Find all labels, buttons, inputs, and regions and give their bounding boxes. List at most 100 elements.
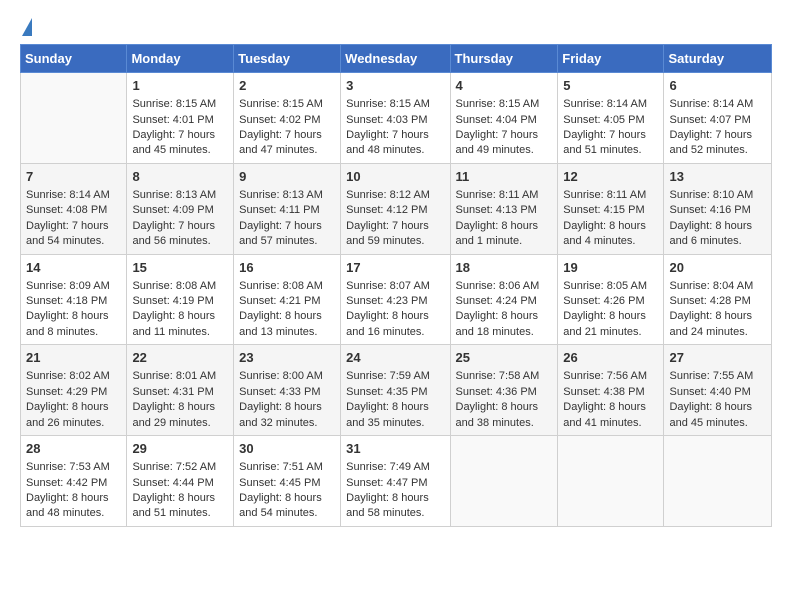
col-header-monday: Monday bbox=[127, 45, 234, 73]
calendar-cell: 15Sunrise: 8:08 AMSunset: 4:19 PMDayligh… bbox=[127, 254, 234, 345]
day-info: Sunset: 4:05 PM bbox=[563, 113, 658, 128]
col-header-sunday: Sunday bbox=[21, 45, 127, 73]
day-info: Sunset: 4:04 PM bbox=[456, 113, 553, 128]
calendar-cell: 12Sunrise: 8:11 AMSunset: 4:15 PMDayligh… bbox=[558, 163, 664, 254]
calendar-cell: 24Sunrise: 7:59 AMSunset: 4:35 PMDayligh… bbox=[341, 345, 450, 436]
day-info: Daylight: 8 hours and 58 minutes. bbox=[346, 491, 444, 522]
calendar-cell: 30Sunrise: 7:51 AMSunset: 4:45 PMDayligh… bbox=[234, 436, 341, 527]
day-info: Daylight: 8 hours and 35 minutes. bbox=[346, 400, 444, 431]
day-number: 8 bbox=[132, 168, 228, 186]
day-number: 27 bbox=[669, 349, 766, 367]
calendar-cell: 10Sunrise: 8:12 AMSunset: 4:12 PMDayligh… bbox=[341, 163, 450, 254]
day-info: Sunrise: 8:05 AM bbox=[563, 279, 658, 294]
day-info: Sunrise: 8:11 AM bbox=[563, 188, 658, 203]
day-info: Sunset: 4:40 PM bbox=[669, 385, 766, 400]
page: SundayMondayTuesdayWednesdayThursdayFrid… bbox=[0, 0, 792, 612]
day-info: Daylight: 8 hours and 21 minutes. bbox=[563, 309, 658, 340]
day-info: Sunset: 4:19 PM bbox=[132, 294, 228, 309]
day-info: Sunset: 4:47 PM bbox=[346, 476, 444, 491]
day-info: Daylight: 7 hours and 52 minutes. bbox=[669, 128, 766, 159]
calendar-cell: 1Sunrise: 8:15 AMSunset: 4:01 PMDaylight… bbox=[127, 73, 234, 164]
day-info: Sunrise: 8:06 AM bbox=[456, 279, 553, 294]
day-info: Sunset: 4:26 PM bbox=[563, 294, 658, 309]
day-number: 29 bbox=[132, 440, 228, 458]
day-info: Sunset: 4:42 PM bbox=[26, 476, 121, 491]
day-info: Sunrise: 8:15 AM bbox=[346, 97, 444, 112]
day-info: Sunrise: 8:09 AM bbox=[26, 279, 121, 294]
day-number: 23 bbox=[239, 349, 335, 367]
day-info: Sunset: 4:08 PM bbox=[26, 203, 121, 218]
day-info: Daylight: 7 hours and 57 minutes. bbox=[239, 219, 335, 250]
day-number: 16 bbox=[239, 259, 335, 277]
day-info: Sunset: 4:44 PM bbox=[132, 476, 228, 491]
day-number: 19 bbox=[563, 259, 658, 277]
day-info: Sunset: 4:02 PM bbox=[239, 113, 335, 128]
calendar-cell: 5Sunrise: 8:14 AMSunset: 4:05 PMDaylight… bbox=[558, 73, 664, 164]
day-info: Sunrise: 7:49 AM bbox=[346, 460, 444, 475]
day-info: Daylight: 8 hours and 8 minutes. bbox=[26, 309, 121, 340]
day-number: 4 bbox=[456, 77, 553, 95]
header-row: SundayMondayTuesdayWednesdayThursdayFrid… bbox=[21, 45, 772, 73]
day-number: 15 bbox=[132, 259, 228, 277]
day-info: Daylight: 8 hours and 4 minutes. bbox=[563, 219, 658, 250]
day-info: Daylight: 7 hours and 51 minutes. bbox=[563, 128, 658, 159]
day-info: Sunset: 4:16 PM bbox=[669, 203, 766, 218]
day-info: Sunset: 4:24 PM bbox=[456, 294, 553, 309]
day-info: Sunrise: 8:15 AM bbox=[239, 97, 335, 112]
day-info: Sunset: 4:01 PM bbox=[132, 113, 228, 128]
calendar-table: SundayMondayTuesdayWednesdayThursdayFrid… bbox=[20, 44, 772, 527]
day-info: Daylight: 8 hours and 51 minutes. bbox=[132, 491, 228, 522]
week-row-1: 1 Sunrise: 8:15 AM Sunset: 4:01 PM Daylight… bbox=[21, 73, 772, 164]
calendar-cell: 11Sunrise: 8:11 AMSunset: 4:13 PMDayligh… bbox=[450, 163, 558, 254]
day-info: Sunset: 4:33 PM bbox=[239, 385, 335, 400]
day-number: 31 bbox=[346, 440, 444, 458]
calendar-cell: 17Sunrise: 8:07 AMSunset: 4:23 PMDayligh… bbox=[341, 254, 450, 345]
calendar-cell: 3Sunrise: 8:15 AMSunset: 4:03 PMDaylight… bbox=[341, 73, 450, 164]
calendar-cell: 26Sunrise: 7:56 AMSunset: 4:38 PMDayligh… bbox=[558, 345, 664, 436]
day-info: Sunrise: 8:11 AM bbox=[456, 188, 553, 203]
calendar-cell bbox=[664, 436, 772, 527]
day-info: Sunrise: 8:14 AM bbox=[26, 188, 121, 203]
day-info: Daylight: 8 hours and 48 minutes. bbox=[26, 491, 121, 522]
calendar-cell: 28Sunrise: 7:53 AMSunset: 4:42 PMDayligh… bbox=[21, 436, 127, 527]
day-number: 6 bbox=[669, 77, 766, 95]
day-number: 9 bbox=[239, 168, 335, 186]
day-info: Sunrise: 7:55 AM bbox=[669, 369, 766, 384]
day-info: Daylight: 7 hours and 49 minutes. bbox=[456, 128, 553, 159]
day-info: Sunset: 4:28 PM bbox=[669, 294, 766, 309]
calendar-cell: 27Sunrise: 7:55 AMSunset: 4:40 PMDayligh… bbox=[664, 345, 772, 436]
header bbox=[20, 16, 772, 34]
day-info: Daylight: 8 hours and 54 minutes. bbox=[239, 491, 335, 522]
day-number: 1 bbox=[132, 77, 228, 95]
calendar-cell: 16Sunrise: 8:08 AMSunset: 4:21 PMDayligh… bbox=[234, 254, 341, 345]
day-info: Sunset: 4:11 PM bbox=[239, 203, 335, 218]
calendar-cell bbox=[450, 436, 558, 527]
day-info: Sunrise: 8:13 AM bbox=[132, 188, 228, 203]
day-info: Sunrise: 8:07 AM bbox=[346, 279, 444, 294]
day-info: Daylight: 8 hours and 18 minutes. bbox=[456, 309, 553, 340]
day-info: Daylight: 7 hours and 48 minutes. bbox=[346, 128, 444, 159]
calendar-cell: 22Sunrise: 8:01 AMSunset: 4:31 PMDayligh… bbox=[127, 345, 234, 436]
day-info: Sunrise: 8:01 AM bbox=[132, 369, 228, 384]
week-row-5: 28Sunrise: 7:53 AMSunset: 4:42 PMDayligh… bbox=[21, 436, 772, 527]
week-row-3: 14Sunrise: 8:09 AMSunset: 4:18 PMDayligh… bbox=[21, 254, 772, 345]
day-info: Daylight: 8 hours and 11 minutes. bbox=[132, 309, 228, 340]
day-info: Daylight: 8 hours and 1 minute. bbox=[456, 219, 553, 250]
col-header-tuesday: Tuesday bbox=[234, 45, 341, 73]
day-info: Daylight: 8 hours and 24 minutes. bbox=[669, 309, 766, 340]
day-info: Sunrise: 8:10 AM bbox=[669, 188, 766, 203]
col-header-thursday: Thursday bbox=[450, 45, 558, 73]
week-row-2: 7Sunrise: 8:14 AMSunset: 4:08 PMDaylight… bbox=[21, 163, 772, 254]
day-info: Daylight: 7 hours and 56 minutes. bbox=[132, 219, 228, 250]
day-info: Sunrise: 8:14 AM bbox=[563, 97, 658, 112]
day-number: 20 bbox=[669, 259, 766, 277]
calendar-cell: 20Sunrise: 8:04 AMSunset: 4:28 PMDayligh… bbox=[664, 254, 772, 345]
day-number: 28 bbox=[26, 440, 121, 458]
day-info: Daylight: 7 hours and 59 minutes. bbox=[346, 219, 444, 250]
day-number: 10 bbox=[346, 168, 444, 186]
day-info: Sunrise: 8:02 AM bbox=[26, 369, 121, 384]
day-info: Sunset: 4:18 PM bbox=[26, 294, 121, 309]
day-info: Sunrise: 8:15 AM bbox=[456, 97, 553, 112]
day-info: Sunset: 4:29 PM bbox=[26, 385, 121, 400]
day-info: Sunset: 4:09 PM bbox=[132, 203, 228, 218]
